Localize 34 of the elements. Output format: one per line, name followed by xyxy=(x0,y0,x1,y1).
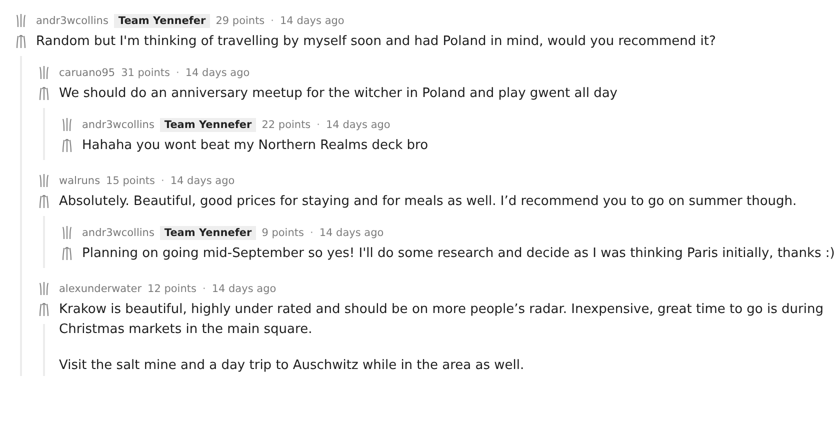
separator-dot: · xyxy=(161,175,164,187)
comment-text: Hahaha you wont beat my Northern Realms deck bro xyxy=(82,137,430,155)
user-flair: Team Yennefer xyxy=(160,226,256,240)
comment-text: Visit the salt mine and a day trip to Auschwitz while in the area as well. xyxy=(59,357,526,375)
points-count: 12 points xyxy=(148,283,196,295)
points-count: 29 points xyxy=(216,15,265,27)
separator-dot: · xyxy=(270,15,274,27)
comment-text: We should do an anniversary meetup for the witcher in Poland and play gwent all day xyxy=(59,85,619,103)
username-link[interactable]: alexunderwater xyxy=(59,283,142,295)
username-link[interactable]: andr3wcollins xyxy=(82,119,154,131)
comment-text: Random but I'm thinking of travelling by myself soon and had Poland in mind, would you recommend it? xyxy=(36,33,717,51)
points-count: 15 points xyxy=(106,175,155,187)
separator-dot: · xyxy=(316,119,320,131)
username-link[interactable]: walruns xyxy=(59,175,100,187)
username-link[interactable]: caruano95 xyxy=(59,67,116,79)
comment-time: 14 days ago xyxy=(326,119,390,131)
points-count: 22 points xyxy=(262,119,311,131)
points-count: 31 points xyxy=(121,67,170,79)
points-count: 9 points xyxy=(262,227,304,239)
username-link[interactable]: andr3wcollins xyxy=(82,227,154,239)
comment-time: 14 days ago xyxy=(212,283,276,295)
separator-dot: · xyxy=(176,67,180,79)
user-flair: Team Yennefer xyxy=(114,14,210,28)
user-flair: Team Yennefer xyxy=(160,118,256,132)
separator-dot: · xyxy=(310,227,314,239)
comment-text: Planning on going mid-September so yes! I'll do some research and decide as I was thinking Paris initially, thanks :) xyxy=(82,245,836,263)
username-link[interactable]: andr3wcollins xyxy=(36,15,108,27)
comment-time: 14 days ago xyxy=(280,15,344,27)
comment-text: Krakow is beautiful, highly under rated and should be on more people’s radar. Inexpensive, great time to go is during Christmas markets in the main square. xyxy=(59,301,824,339)
comment-text: Absolutely. Beautiful, good prices for staying and for meals as well. I’d recommend you to go on summer though. xyxy=(59,193,798,211)
separator-dot: · xyxy=(202,283,206,295)
comment-time: 14 days ago xyxy=(319,227,384,239)
comment-time: 14 days ago xyxy=(170,175,235,187)
comment-time: 14 days ago xyxy=(185,67,250,79)
